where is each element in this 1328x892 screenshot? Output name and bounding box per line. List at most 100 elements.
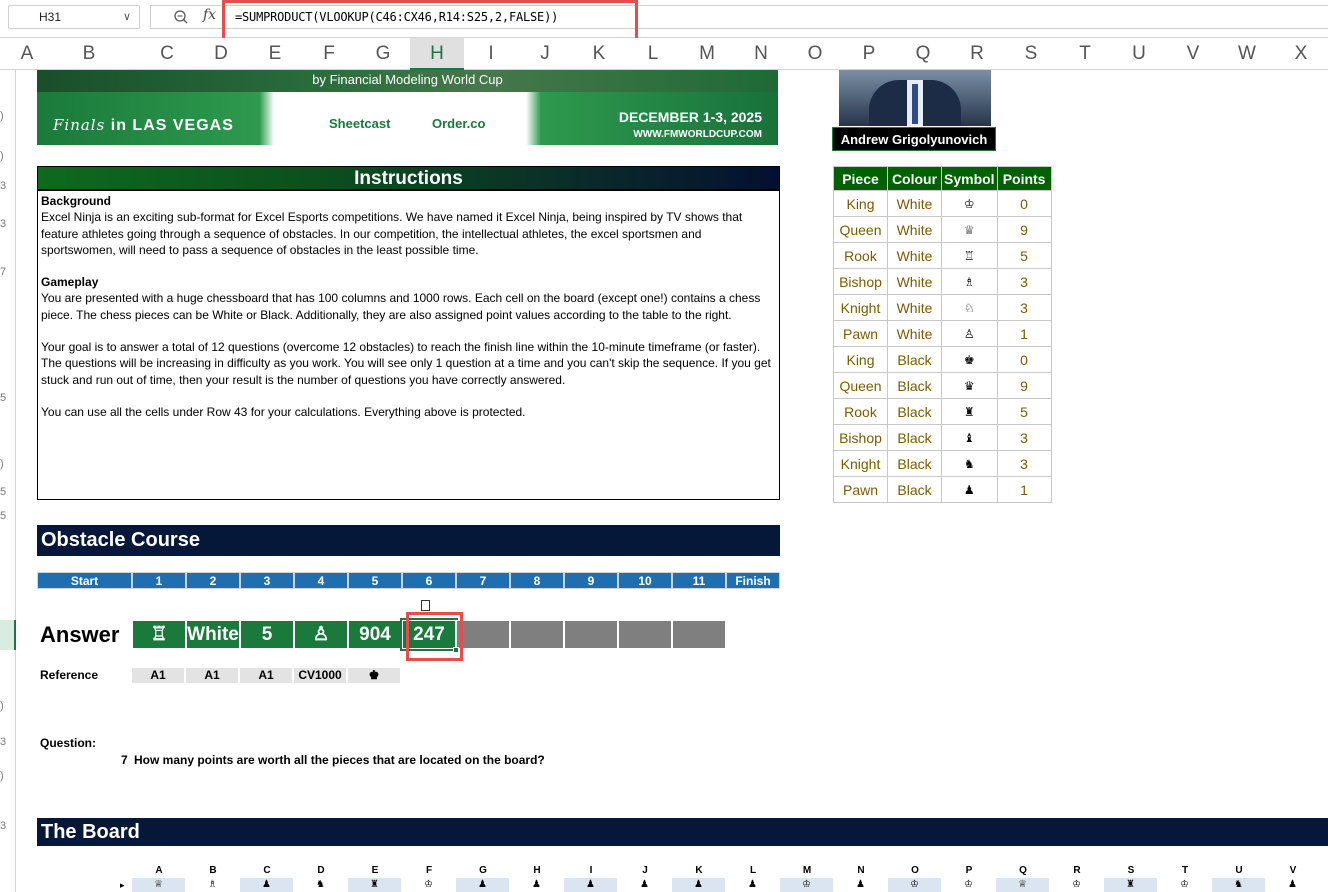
piece-table-cell[interactable]: ♞ (941, 450, 998, 477)
name-box[interactable]: H31 ∨ (8, 5, 140, 29)
column-header-p[interactable]: P (842, 38, 896, 70)
board-cell[interactable]: ♟ (564, 878, 618, 892)
row-header-marker[interactable]: 5 (0, 510, 16, 522)
answer-cell[interactable]: 904 (348, 620, 402, 649)
column-header-a[interactable]: A (16, 38, 38, 70)
piece-table-cell[interactable]: ♚ (941, 346, 998, 373)
piece-table-cell[interactable]: Queen (833, 372, 888, 399)
row-header-marker[interactable]: ) (0, 700, 16, 712)
piece-table-cell[interactable]: ♟ (941, 476, 998, 503)
board-cell[interactable]: ♕ (996, 878, 1050, 892)
board-cell[interactable]: ♟ (618, 878, 672, 892)
chevron-down-icon[interactable]: ∨ (123, 6, 131, 28)
piece-table-cell[interactable]: ♝ (941, 424, 998, 451)
column-header-l[interactable]: L (626, 38, 680, 70)
piece-table-cell[interactable]: Knight (833, 294, 888, 321)
piece-table-cell[interactable]: Bishop (833, 268, 888, 295)
answer-cell[interactable]: ♖ (132, 620, 186, 649)
piece-table-cell[interactable]: King (833, 190, 888, 217)
board-cell[interactable]: ♟ (1266, 878, 1320, 892)
piece-table-cell[interactable]: ♕ (941, 216, 998, 243)
row-header-marker[interactable]: ) (0, 150, 16, 162)
row-header-marker[interactable]: 3 (0, 820, 16, 832)
piece-table-cell[interactable]: Pawn (833, 476, 888, 503)
piece-table-cell[interactable]: 9 (996, 216, 1052, 243)
board-cell[interactable]: ♔ (402, 878, 456, 892)
board-cell[interactable]: ♟ (834, 878, 888, 892)
board-cell[interactable]: ♔ (1050, 878, 1104, 892)
piece-table-cell[interactable]: Knight (833, 450, 888, 477)
piece-table-cell[interactable]: ♔ (941, 190, 998, 217)
row-header-marker[interactable]: 5 (0, 486, 16, 498)
column-header-o[interactable]: O (788, 38, 842, 70)
answer-cell[interactable] (510, 620, 564, 649)
piece-table-cell[interactable]: White (887, 242, 942, 269)
column-header-f[interactable]: F (302, 38, 356, 70)
piece-table-cell[interactable]: 3 (996, 450, 1052, 477)
row-header-marker[interactable]: 7 (0, 266, 16, 278)
reference-cell[interactable]: A1 (240, 668, 294, 683)
row-header-marker[interactable]: ) (0, 110, 16, 122)
column-header-q[interactable]: Q (896, 38, 950, 70)
board-cell[interactable]: ♔ (780, 878, 834, 892)
piece-table-cell[interactable]: Black (887, 476, 942, 503)
piece-table-cell[interactable]: ♗ (941, 268, 998, 295)
answer-cell[interactable] (672, 620, 726, 649)
piece-table-cell[interactable]: 0 (996, 190, 1052, 217)
piece-table-cell[interactable]: Pawn (833, 320, 888, 347)
board-cell[interactable]: ♜ (348, 878, 402, 892)
board-cell[interactable]: ♞ (294, 878, 348, 892)
piece-table-cell[interactable]: Black (887, 450, 942, 477)
piece-table-cell[interactable]: ♘ (941, 294, 998, 321)
piece-table-cell[interactable]: White (887, 294, 942, 321)
column-header-c[interactable]: C (140, 38, 194, 70)
piece-table-cell[interactable]: White (887, 268, 942, 295)
board-cell[interactable]: ♔ (1158, 878, 1212, 892)
piece-table-cell[interactable]: Black (887, 346, 942, 373)
column-header-i[interactable]: I (464, 38, 518, 70)
board-cell[interactable]: ♞ (1212, 878, 1266, 892)
column-header-j[interactable]: J (518, 38, 572, 70)
piece-table-cell[interactable]: ♙ (941, 320, 998, 347)
row-header-marker[interactable]: ) (0, 770, 16, 782)
reference-cell[interactable]: A1 (186, 668, 240, 683)
column-header-h[interactable]: H (410, 38, 464, 70)
piece-table-cell[interactable]: White (887, 320, 942, 347)
piece-table-cell[interactable]: 5 (996, 242, 1052, 269)
answer-cell[interactable]: White (186, 620, 240, 649)
board-cell[interactable]: ♜ (1104, 878, 1158, 892)
board-cell[interactable]: ♗ (186, 878, 240, 892)
piece-table-cell[interactable]: 3 (996, 268, 1052, 295)
answer-cell[interactable] (618, 620, 672, 649)
piece-table-cell[interactable]: King (833, 346, 888, 373)
column-header-k[interactable]: K (572, 38, 626, 70)
piece-table-cell[interactable]: Rook (833, 398, 888, 425)
board-cell[interactable]: ♟ (672, 878, 726, 892)
row-header-marker[interactable]: 5 (0, 392, 16, 404)
piece-table-cell[interactable]: Black (887, 424, 942, 451)
piece-table-cell[interactable]: 1 (996, 320, 1052, 347)
column-header-g[interactable]: G (356, 38, 410, 70)
piece-table-cell[interactable]: 3 (996, 294, 1052, 321)
answer-cell[interactable] (564, 620, 618, 649)
piece-table-cell[interactable]: Black (887, 398, 942, 425)
reference-cell[interactable]: A1 (132, 668, 186, 683)
piece-table-cell[interactable]: 9 (996, 372, 1052, 399)
formula-input-area[interactable]: fx =SUMPRODUCT(VLOOKUP(C46:CX46,R14:S25,… (150, 5, 1328, 29)
answer-cell[interactable]: 5 (240, 620, 294, 649)
board-cell[interactable]: ♟ (456, 878, 510, 892)
column-header-d[interactable]: D (194, 38, 248, 70)
piece-table-cell[interactable]: ♛ (941, 372, 998, 399)
piece-table-cell[interactable]: 1 (996, 476, 1052, 503)
piece-table-cell[interactable]: Black (887, 372, 942, 399)
row-header-marker[interactable]: 3 (0, 218, 16, 230)
piece-table-cell[interactable]: 0 (996, 346, 1052, 373)
piece-table-cell[interactable]: Rook (833, 242, 888, 269)
column-header-r[interactable]: R (950, 38, 1004, 70)
column-header-w[interactable]: W (1220, 38, 1274, 70)
piece-table-cell[interactable]: Bishop (833, 424, 888, 451)
board-cell[interactable]: ♟ (510, 878, 564, 892)
board-cell[interactable]: ♟ (240, 878, 294, 892)
formula-text[interactable]: =SUMPRODUCT(VLOOKUP(C46:CX46,R14:S25,2,F… (235, 6, 558, 28)
row-header-selected[interactable] (0, 620, 16, 650)
